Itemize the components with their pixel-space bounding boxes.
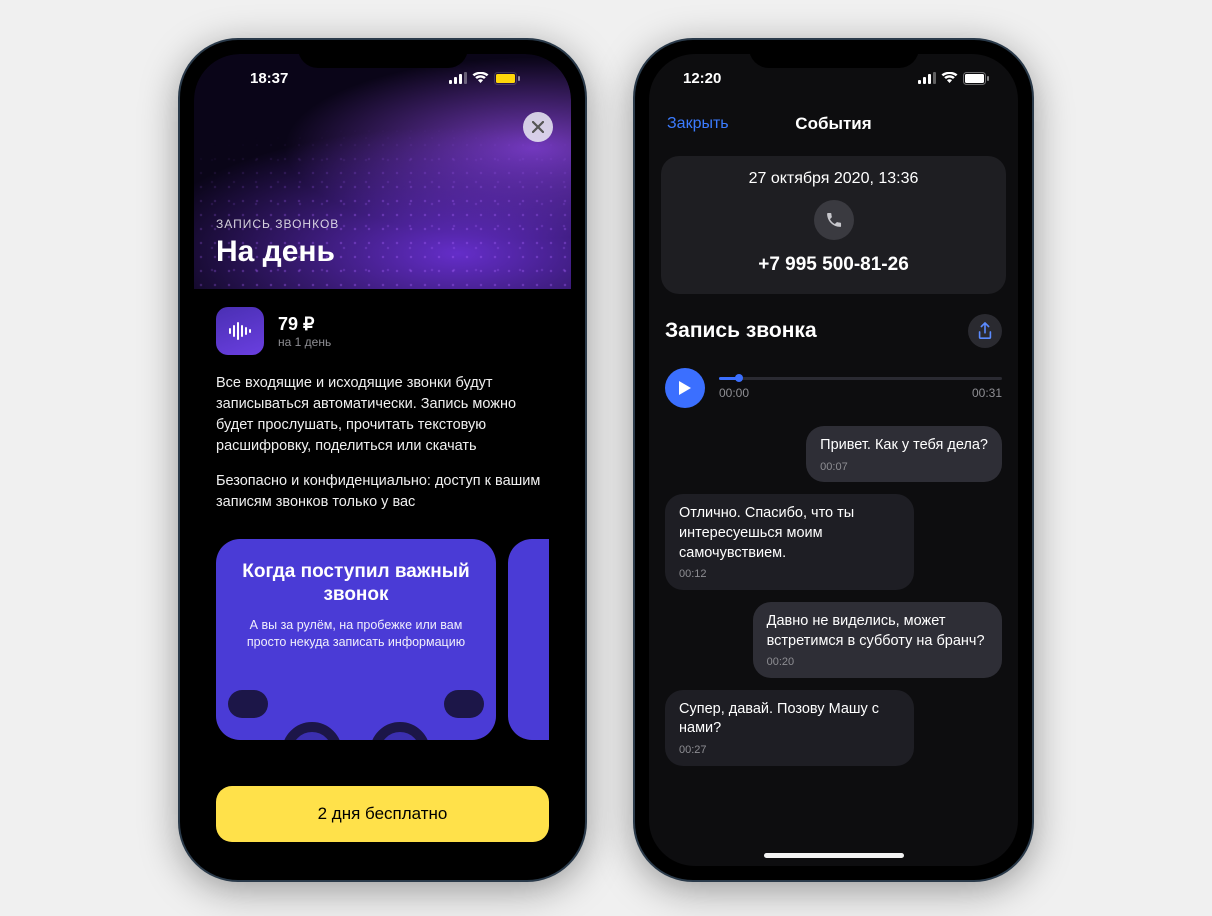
nav-title: События xyxy=(795,114,871,134)
call-number[interactable]: +7 995 500-81-26 xyxy=(675,254,992,276)
message-text: Привет. Как у тебя дела? xyxy=(820,437,988,453)
message-time: 00:20 xyxy=(767,655,988,670)
waveform-icon xyxy=(227,318,253,344)
hero-eyebrow: ЗАПИСЬ ЗВОНКОВ xyxy=(216,217,549,231)
close-icon xyxy=(532,121,544,133)
status-time: 12:20 xyxy=(683,70,721,87)
card-title: Когда поступил важный звонок xyxy=(236,561,476,607)
message-text: Давно не виделись, может встретимся в су… xyxy=(767,613,985,649)
price-sub: на 1 день xyxy=(278,335,331,349)
hero-title: На день xyxy=(216,235,549,269)
transcript: Привет. Как у тебя дела? 00:07 Отлично. … xyxy=(649,408,1018,766)
message-text: Супер, давай. Позову Машу с нами? xyxy=(679,701,879,737)
time-start: 00:00 xyxy=(719,386,749,400)
wifi-icon xyxy=(941,72,958,84)
description-2: Безопасно и конфиденциально: доступ к ва… xyxy=(216,471,549,513)
play-icon xyxy=(678,380,692,396)
close-button[interactable] xyxy=(523,112,553,142)
message-text: Отлично. Спасибо, что ты интересуешься м… xyxy=(679,505,854,560)
screen-2: 12:20 Закрыть События 27 октября 2020, 1… xyxy=(649,54,1018,866)
chat-message: Отлично. Спасибо, что ты интересуешься м… xyxy=(665,494,914,590)
signal-icon xyxy=(918,72,936,84)
phone-mockup-2: 12:20 Закрыть События 27 октября 2020, 1… xyxy=(635,40,1032,880)
status-icons xyxy=(918,72,990,85)
feature-card-2[interactable]: Нуж дет Адрес встреч xyxy=(508,539,549,740)
phone-icon xyxy=(825,211,843,229)
audio-player: 00:00 00:31 xyxy=(665,368,1002,408)
chat-message: Супер, давай. Позову Машу с нами? 00:27 xyxy=(665,690,914,766)
call-info-card: 27 октября 2020, 13:36 +7 995 500-81-26 xyxy=(661,156,1006,294)
time-end: 00:31 xyxy=(972,386,1002,400)
hero-banner: 18:37 ЗАПИСЬ ЗВОНКОВ На день xyxy=(194,54,571,289)
section-title: Запись звонка xyxy=(665,319,817,343)
message-time: 00:12 xyxy=(679,567,900,582)
message-time: 00:07 xyxy=(820,460,988,475)
feature-card-1[interactable]: Когда поступил важный звонок А вы за рул… xyxy=(216,539,496,740)
card-title: Нуж дет xyxy=(528,561,549,584)
track-handle[interactable] xyxy=(735,374,743,382)
nav-bar: Закрыть События xyxy=(649,102,1018,146)
feature-cards[interactable]: Когда поступил важный звонок А вы за рул… xyxy=(216,539,549,740)
cta-button[interactable]: 2 дня бесплатно xyxy=(216,786,549,842)
track[interactable]: 00:00 00:31 xyxy=(719,377,1002,400)
card-illustration xyxy=(216,670,496,740)
price-row: 79 ₽ на 1 день xyxy=(216,307,549,355)
nav-close[interactable]: Закрыть xyxy=(667,115,729,133)
price-value: 79 ₽ xyxy=(278,314,331,335)
home-indicator[interactable] xyxy=(764,853,904,858)
chat-message: Давно не виделись, может встретимся в су… xyxy=(753,602,1002,678)
battery-icon xyxy=(963,72,990,85)
chat-message: Привет. Как у тебя дела? 00:07 xyxy=(806,426,1002,482)
message-time: 00:27 xyxy=(679,743,900,758)
description-1: Все входящие и исходящие звонки будут за… xyxy=(216,373,549,457)
share-icon xyxy=(977,322,993,340)
phone-mockup-1: 18:37 ЗАПИСЬ ЗВОНКОВ На день 79 xyxy=(180,40,585,880)
card-sub: А вы за рулём, на пробежке или вам прост… xyxy=(236,617,476,651)
share-button[interactable] xyxy=(968,314,1002,348)
card-sub: Адрес встреч xyxy=(528,594,549,611)
call-date: 27 октября 2020, 13:36 xyxy=(675,170,992,188)
app-icon xyxy=(216,307,264,355)
screen-1: 18:37 ЗАПИСЬ ЗВОНКОВ На день 79 xyxy=(194,54,571,866)
phone-icon-circle[interactable] xyxy=(814,200,854,240)
play-button[interactable] xyxy=(665,368,705,408)
